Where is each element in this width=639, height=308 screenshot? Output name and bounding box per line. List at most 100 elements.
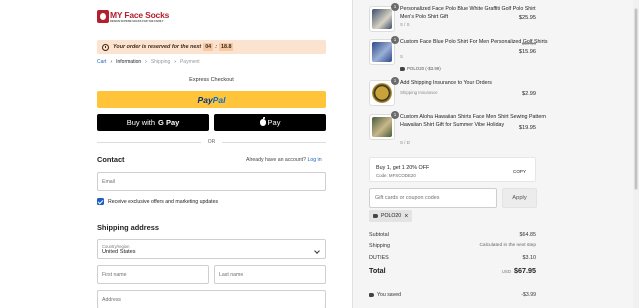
shipping-value: Calculated in the next step [479,243,536,248]
timer-seconds: 18.8 [218,43,234,51]
apple-pay-button[interactable]: Pay [214,114,326,131]
total-currency: USD [501,269,512,274]
email-placeholder: Email [102,178,115,185]
gpay-label: Buy with [126,118,156,127]
first-name-placeholder: First name [102,271,127,278]
item-variant: S [400,54,403,59]
apply-button[interactable]: Apply [502,188,537,208]
item-original-price: $19.95 [521,41,536,46]
account-prompt: Already have an account? Log in [246,157,322,163]
duties-label: DUTIES [369,255,389,261]
reservation-timer-banner: Your order is reserved for the next 04: … [97,40,326,54]
item-variant: S / S [400,22,410,27]
total-value: $67.95 [514,266,536,275]
breadcrumb-payment: Payment [179,59,200,65]
item-price: $25.95 [518,15,536,21]
product-thumbnail [369,80,395,106]
gift-card-input[interactable]: Gift cards or coupon codes [369,188,497,208]
address-field[interactable]: Address [97,290,326,308]
breadcrumb-cart[interactable]: Cart [97,59,106,65]
paypal-button[interactable]: Pay Pal [97,91,326,108]
product-thumbnail [369,39,395,65]
breadcrumb-shipping: Shipping [150,59,171,65]
timer-minutes: 04 [203,43,214,51]
clock-icon [102,43,109,51]
paypal-pay-text: Pay [197,94,213,105]
quantity-badge: 1 [391,77,399,85]
reservation-text: Your order is reserved for the next [113,44,202,50]
scrollbar[interactable] [633,0,639,308]
total-row: Total USD $67.95 [369,266,536,275]
scrollbar-thumb[interactable] [634,8,638,190]
or-divider: OR [97,139,326,145]
item-discount: POLO20 (-$3.99) [400,66,441,71]
last-name-placeholder: Last name [219,271,244,278]
country-select[interactable]: Country/region United States [97,239,326,259]
applepay-label: Pay [267,118,281,127]
country-value: United States [102,248,136,255]
login-link[interactable]: Log in [307,157,321,163]
subtotal-row: Subtotal $64.85 [369,232,536,238]
express-checkout-label: Express Checkout [189,77,234,83]
shipping-heading: Shipping address [97,223,160,232]
product-thumbnail [369,6,395,32]
quantity-badge: 1 [391,36,399,44]
last-name-field[interactable]: Last name [214,265,326,284]
item-title: Add Shipping Insurance to Your Orders [400,80,492,86]
item-price: $2.99 [522,91,536,97]
you-saved-row: You saved -$3.99 [369,292,536,298]
contact-heading: Contact [97,155,125,164]
checkout-main: MY Face Socks DESIGN SUPERB SOCKS FOR TH… [0,0,352,308]
brand-tagline: DESIGN SUPERB SOCKS FOR THE FAMILY [110,20,164,23]
apple-logo-icon [259,117,266,126]
paypal-pal-text: Pal [212,94,226,105]
product-thumbnail [369,114,395,140]
tag-icon [373,214,378,218]
brand-name: MY Face Socks [110,10,170,20]
saved-label: You saved [377,292,402,298]
gpay-brand: G Pay [158,118,180,127]
quantity-badge: 1 [391,111,399,119]
chevron-right-icon: › [145,59,147,65]
chevron-down-icon [314,248,320,254]
remove-discount-icon[interactable]: × [404,213,408,220]
tag-icon [400,66,405,71]
duties-value: $3.10 [522,255,537,261]
item-discount-text: POLO20 (-$3.99) [407,66,441,71]
item-variant: Shipping Insurance [400,90,438,95]
total-value-group: USD $67.95 [502,266,536,275]
promo-offer-card: Buy 1, get 1 20% OFF Code: MFSCODE20 COP… [369,157,536,182]
item-price: $15.96 [518,49,536,55]
saved-value: -$3.99 [521,292,536,298]
email-field[interactable]: Email [97,172,326,191]
account-prompt-text: Already have an account? [246,157,306,163]
shipping-row: Shipping Calculated in the next step [369,243,536,249]
subtotal-label: Subtotal [369,232,389,238]
tag-icon [369,293,374,297]
chevron-right-icon: › [110,59,113,65]
checkbox-checked-icon[interactable] [97,198,104,205]
applied-discount-chip: POLO20 × [369,210,413,222]
promo-code: Code: MFSCODE20 [376,173,416,178]
promo-title: Buy 1, get 1 20% OFF [376,165,430,171]
subtotal-value: $64.85 [519,232,537,238]
quantity-badge: 1 [391,3,399,11]
first-name-field[interactable]: First name [97,265,209,284]
marketing-label: Receive exclusive offers and marketing u… [108,198,219,205]
google-pay-button[interactable]: Buy with G Pay [97,114,209,131]
chevron-right-icon: › [174,59,176,65]
total-label: Total [369,266,386,275]
cart-item: 1 Custom Aloha Hawaiian Shirts Face Men … [369,111,546,148]
sock-logo-icon [97,10,109,23]
applied-code: POLO20 [381,213,402,219]
item-variant: S / D [400,140,410,145]
address-placeholder: Address [102,296,122,303]
marketing-checkbox[interactable]: Receive exclusive offers and marketing u… [97,198,218,205]
brand-logo[interactable]: MY Face Socks DESIGN SUPERB SOCKS FOR TH… [97,9,170,25]
shipping-label: Shipping [369,243,390,249]
breadcrumb: Cart › Information › Shipping › Payment [97,59,200,65]
gift-card-placeholder: Gift cards or coupon codes [375,195,440,201]
copy-code-button[interactable]: COPY [513,169,526,174]
item-price: $19.95 [518,125,536,131]
breadcrumb-information: Information [116,59,142,65]
